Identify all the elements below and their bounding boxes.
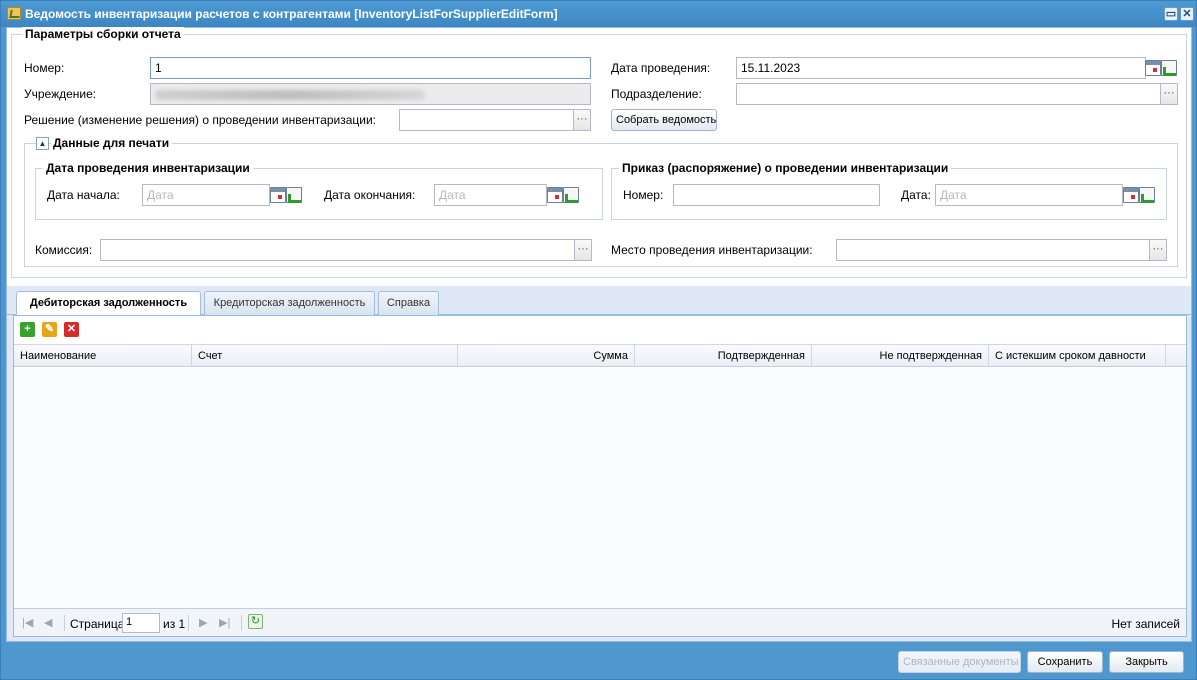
decision-select-button[interactable]: ··· (573, 109, 591, 131)
form-icon (7, 7, 21, 20)
inventory-dates-fieldset: Дата проведения инвентаризации Дата нача… (35, 161, 603, 220)
page-count-label: из 1 (163, 617, 186, 631)
close-button[interactable]: Закрыть (1109, 651, 1184, 673)
end-date-apply-icon[interactable] (563, 187, 579, 203)
refresh-icon[interactable]: ↻ (248, 614, 263, 629)
order-date-input[interactable]: Дата (935, 184, 1123, 206)
number-label: Номер: (24, 61, 65, 75)
page-label: Страница (70, 617, 125, 631)
start-date-label: Дата начала: (47, 188, 120, 202)
institution-label: Учреждение: (24, 87, 97, 101)
grid-pager: |◀ ◀ Страница 1 из 1 ▶ ▶| ↻ Нет записей (14, 608, 1186, 636)
subdivision-input[interactable] (736, 83, 1161, 105)
order-legend: Приказ (распоряжение) о проведении инвен… (619, 161, 952, 175)
build-params-legend: Параметры сборки отчета (22, 27, 184, 41)
page-number-input[interactable]: 1 (122, 613, 160, 633)
subdivision-label: Подразделение: (611, 87, 702, 101)
date-input[interactable]: 15.11.2023 (736, 57, 1146, 79)
commission-label: Комиссия: (35, 243, 93, 257)
add-icon[interactable]: + (20, 322, 35, 337)
place-input[interactable] (836, 239, 1150, 261)
start-date-input[interactable]: Дата (142, 184, 270, 206)
column-unconfirmed[interactable]: Не подтвержденная (812, 345, 989, 367)
end-calendar-icon[interactable] (547, 187, 563, 203)
tab-receivables[interactable]: Дебиторская задолженность (16, 291, 201, 316)
calendar-icon[interactable] (1145, 60, 1161, 76)
subdivision-select-button[interactable]: ··· (1160, 83, 1178, 105)
restore-icon[interactable]: ▭ (1164, 7, 1178, 21)
pager-separator (64, 615, 65, 631)
tab-reference[interactable]: Справка (378, 291, 439, 315)
save-button[interactable]: Сохранить (1027, 651, 1103, 673)
date-apply-icon[interactable] (1161, 60, 1177, 76)
end-date-label: Дата окончания: (324, 188, 416, 202)
start-date-apply-icon[interactable] (286, 187, 302, 203)
date-label: Дата проведения: (611, 61, 711, 75)
number-input[interactable]: 1 (150, 57, 591, 79)
institution-field[interactable] (150, 83, 591, 105)
place-label: Место проведения инвентаризации: (611, 243, 813, 257)
collect-report-button[interactable]: Собрать ведомость (611, 109, 717, 131)
inventory-dates-legend: Дата проведения инвентаризации (43, 161, 253, 175)
institution-value-redacted (155, 90, 425, 100)
build-params-fieldset: Параметры сборки отчета Номер: 1 Учрежде… (11, 27, 1187, 278)
pager-status: Нет записей (1111, 617, 1180, 631)
place-select-button[interactable]: ··· (1149, 239, 1167, 261)
receivables-grid-panel: + ✎ ✕ Наименование Счет Сумма Подтвержде… (13, 315, 1187, 637)
column-account[interactable]: Счет (192, 345, 458, 367)
window-footer: Связанные документы Сохранить Закрыть (1, 642, 1196, 680)
window-body: Параметры сборки отчета Номер: 1 Учрежде… (6, 27, 1192, 642)
column-confirmed[interactable]: Подтвержденная (635, 345, 812, 367)
decision-input[interactable] (399, 109, 574, 131)
prev-page-icon[interactable]: ◀ (44, 616, 52, 629)
order-date-label: Дата: (901, 188, 931, 202)
column-sum[interactable]: Сумма (458, 345, 635, 367)
last-page-icon[interactable]: ▶| (219, 616, 230, 629)
collapse-toggle-icon[interactable]: ▲ (36, 137, 49, 150)
commission-input[interactable] (100, 239, 575, 261)
window-titlebar: Ведомость инвентаризации расчетов с конт… (1, 1, 1196, 27)
order-date-apply-icon[interactable] (1139, 187, 1155, 203)
order-number-input[interactable] (673, 184, 880, 206)
grid-body[interactable] (14, 368, 1186, 608)
column-name[interactable]: Наименование (14, 345, 192, 367)
pager-separator (241, 615, 242, 631)
print-data-fieldset: ▲ Данные для печати Дата проведения инве… (24, 136, 1178, 267)
linked-documents-button[interactable]: Связанные документы (898, 651, 1021, 673)
end-date-input[interactable]: Дата (434, 184, 547, 206)
pager-separator (188, 615, 189, 631)
tab-strip: Дебиторская задолженность Кредиторская з… (7, 288, 1191, 316)
delete-icon[interactable]: ✕ (64, 322, 79, 337)
first-page-icon[interactable]: |◀ (22, 616, 33, 629)
tab-payables[interactable]: Кредиторская задолженность (204, 291, 375, 315)
close-icon[interactable]: ✕ (1180, 7, 1194, 21)
order-number-label: Номер: (623, 188, 664, 202)
grid-toolbar: + ✎ ✕ (14, 316, 1186, 343)
edit-icon[interactable]: ✎ (42, 322, 57, 337)
edit-window: Ведомость инвентаризации расчетов с конт… (0, 0, 1197, 680)
grid-header: Наименование Счет Сумма Подтвержденная Н… (14, 344, 1186, 367)
column-expired[interactable]: С истекшим сроком давности (989, 345, 1166, 367)
next-page-icon[interactable]: ▶ (199, 616, 207, 629)
order-fieldset: Приказ (распоряжение) о проведении инвен… (611, 161, 1167, 220)
window-title: Ведомость инвентаризации расчетов с конт… (25, 7, 558, 21)
commission-select-button[interactable]: ··· (574, 239, 592, 261)
form-panel: Параметры сборки отчета Номер: 1 Учрежде… (7, 27, 1191, 286)
decision-label: Решение (изменение решения) о проведении… (24, 113, 376, 127)
start-calendar-icon[interactable] (270, 187, 286, 203)
print-data-legend: Данные для печати (51, 136, 173, 150)
order-calendar-icon[interactable] (1123, 187, 1139, 203)
